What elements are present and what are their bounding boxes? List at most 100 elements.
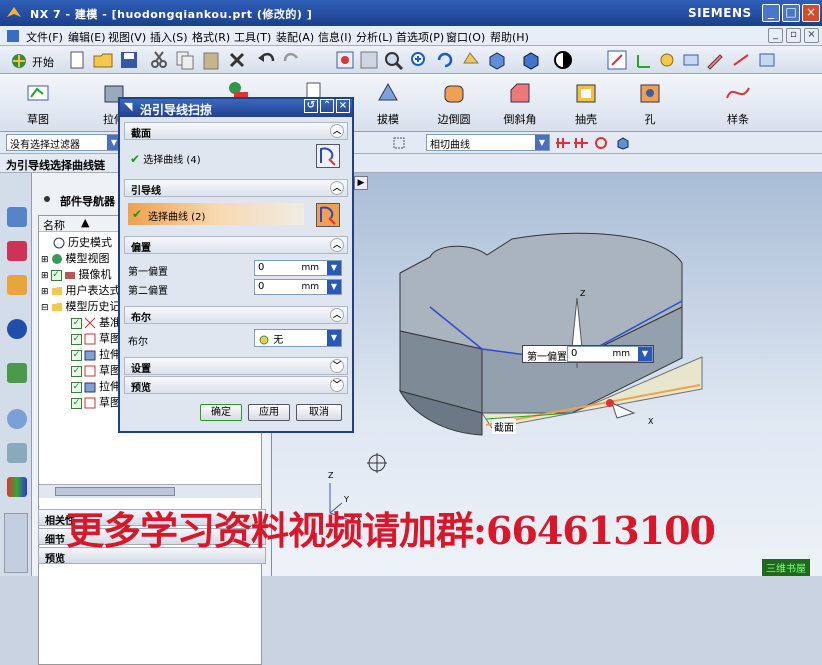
pin-icon[interactable] xyxy=(42,194,52,204)
copy-icon[interactable] xyxy=(174,49,196,71)
section-group-header[interactable]: 截面 ︿ xyxy=(124,122,348,140)
paste-icon[interactable] xyxy=(200,49,222,71)
tree-row[interactable]: ⊟ 模型历史记 xyxy=(41,298,121,314)
doc-restore-button[interactable]: ▫ xyxy=(786,28,801,43)
constraint-nav-icon[interactable] xyxy=(7,241,27,261)
first-offset-input[interactable]: 0 mm ▼ xyxy=(254,260,342,276)
check-icon[interactable]: ✓ xyxy=(71,381,82,393)
web-browser-icon[interactable] xyxy=(7,363,27,383)
select-rect-icon[interactable] xyxy=(392,136,406,150)
layer-icon[interactable] xyxy=(680,49,702,71)
undo-icon[interactable] xyxy=(256,49,278,71)
menu-insert[interactable]: 插入(S) xyxy=(150,29,188,45)
check-icon[interactable]: ✓ xyxy=(71,349,82,361)
part-nav-icon[interactable] xyxy=(7,275,27,295)
menu-assembly[interactable]: 装配(A) xyxy=(276,29,314,45)
zoom-in-out-icon[interactable] xyxy=(408,49,430,71)
sketch-tool[interactable]: 草图 xyxy=(12,78,64,128)
expand-icon[interactable]: ⊞ xyxy=(41,287,49,297)
tree-row[interactable]: ⊞ 模型视图 xyxy=(41,250,110,266)
chain-within-feature-icon[interactable] xyxy=(594,136,608,150)
render-style-icon[interactable] xyxy=(552,49,574,71)
chevron-down-icon[interactable]: ▼ xyxy=(327,280,341,294)
draft-tool[interactable]: 拔模 xyxy=(362,78,414,128)
assembly-nav-icon[interactable] xyxy=(7,207,27,227)
edit-object-icon[interactable] xyxy=(704,49,726,71)
check-icon[interactable]: ✓ xyxy=(71,365,82,377)
open-folder-icon[interactable] xyxy=(92,49,114,71)
preview-group-header[interactable]: 预览 ﹀ xyxy=(124,376,348,394)
chamfer-tool[interactable]: 倒斜角 xyxy=(494,78,546,128)
chevron-down-icon[interactable]: ▼ xyxy=(327,330,341,346)
minimize-button[interactable]: _ xyxy=(762,4,780,22)
cut-icon[interactable] xyxy=(148,49,170,71)
check-icon[interactable]: ✓ xyxy=(71,397,82,409)
menu-view[interactable]: 视图(V) xyxy=(108,29,146,45)
guide-selection-row[interactable]: ✔ 选择曲线 (2) xyxy=(128,203,304,225)
snap-point-icon[interactable] xyxy=(606,49,628,71)
check-icon[interactable]: ✓ xyxy=(71,333,82,345)
save-icon[interactable] xyxy=(118,49,140,71)
chevron-down-icon[interactable]: ▼ xyxy=(638,347,652,361)
shell-tool[interactable]: 抽壳 xyxy=(560,78,612,128)
tree-row[interactable]: ⊞ ✓ 摄像机 xyxy=(41,266,112,282)
hole-tool[interactable]: 孔 xyxy=(624,78,676,128)
tree-row[interactable]: ✓ 草图 xyxy=(71,362,121,378)
measure-icon[interactable] xyxy=(730,49,752,71)
3d-selection-icon[interactable] xyxy=(616,136,630,150)
maximize-button[interactable]: □ xyxy=(782,4,800,22)
selection-filter-dropdown[interactable]: 没有选择过滤器 ▼ xyxy=(6,134,122,151)
pan-icon[interactable] xyxy=(460,49,482,71)
check-icon[interactable]: ✓ xyxy=(71,317,82,329)
new-file-icon[interactable] xyxy=(66,49,88,71)
show-hide-icon[interactable] xyxy=(656,49,678,71)
roles-icon[interactable] xyxy=(7,443,27,463)
reset-icon[interactable]: ↺ xyxy=(304,99,318,113)
redo-icon[interactable] xyxy=(280,49,302,71)
doc-minimize-button[interactable]: _ xyxy=(768,28,783,43)
select-guide-button[interactable] xyxy=(316,203,340,227)
expand-icon[interactable]: ⊞ xyxy=(41,271,49,281)
zoom-icon[interactable] xyxy=(382,49,404,71)
callout-offset-input[interactable]: 0 mm ▼ xyxy=(567,346,653,362)
menu-analysis[interactable]: 分析(L) xyxy=(356,29,393,45)
rotate-icon[interactable] xyxy=(434,49,456,71)
collapse-icon[interactable]: ⊟ xyxy=(41,303,49,313)
horizontal-scrollbar[interactable] xyxy=(39,484,261,498)
section-selection-row[interactable]: ✔ 选择曲线 (4) xyxy=(130,151,201,166)
app-menu-icon[interactable] xyxy=(6,29,20,43)
tree-row[interactable]: 历史模式 xyxy=(53,234,112,250)
tree-row[interactable]: ⊞ 用户表达式 xyxy=(41,282,121,298)
tree-row[interactable]: ✓ 基准 xyxy=(71,314,121,330)
resource-scroll[interactable] xyxy=(4,513,28,573)
shaded-cube-icon[interactable] xyxy=(520,49,542,71)
history-icon[interactable] xyxy=(7,409,27,429)
display-icon[interactable] xyxy=(756,49,778,71)
follow-fillet-icon[interactable] xyxy=(574,136,588,150)
menu-window[interactable]: 窗口(O) xyxy=(446,29,485,45)
second-offset-input[interactable]: 0 mm ▼ xyxy=(254,279,342,295)
offset-group-header[interactable]: 偏置 ︿ xyxy=(124,236,348,254)
boolean-group-header[interactable]: 布尔 ︿ xyxy=(124,306,348,324)
select-curve-button[interactable] xyxy=(316,144,340,168)
ok-button[interactable]: 确定 xyxy=(200,404,242,421)
close-window-button[interactable]: × xyxy=(802,4,820,22)
collapse-icon[interactable]: ⌃ xyxy=(320,99,334,113)
menu-preferences[interactable]: 首选项(P) xyxy=(396,29,444,45)
settings-group-header[interactable]: 设置 ﹀ xyxy=(124,357,348,375)
stop-at-intersection-icon[interactable] xyxy=(556,136,570,150)
tree-row[interactable]: ✓ 拉伸 xyxy=(71,378,121,394)
menu-file[interactable]: 文件(F) xyxy=(26,29,63,45)
info-icon[interactable] xyxy=(7,319,27,339)
palette-icon[interactable] xyxy=(7,477,27,497)
delete-icon[interactable] xyxy=(226,49,248,71)
expand-icon[interactable]: ⊞ xyxy=(41,255,49,265)
dialog-close-icon[interactable]: × xyxy=(336,99,350,113)
boolean-dropdown[interactable]: 无 ▼ xyxy=(254,329,342,347)
apply-button[interactable]: 应用 xyxy=(248,404,290,421)
expand-arrow-icon[interactable]: ▶ xyxy=(354,176,368,190)
view-orient-icon[interactable] xyxy=(486,49,508,71)
dialog-menu-icon[interactable]: ◥ xyxy=(124,100,132,113)
check-icon[interactable]: ✓ xyxy=(50,269,62,281)
zoom-window-icon[interactable] xyxy=(358,49,380,71)
